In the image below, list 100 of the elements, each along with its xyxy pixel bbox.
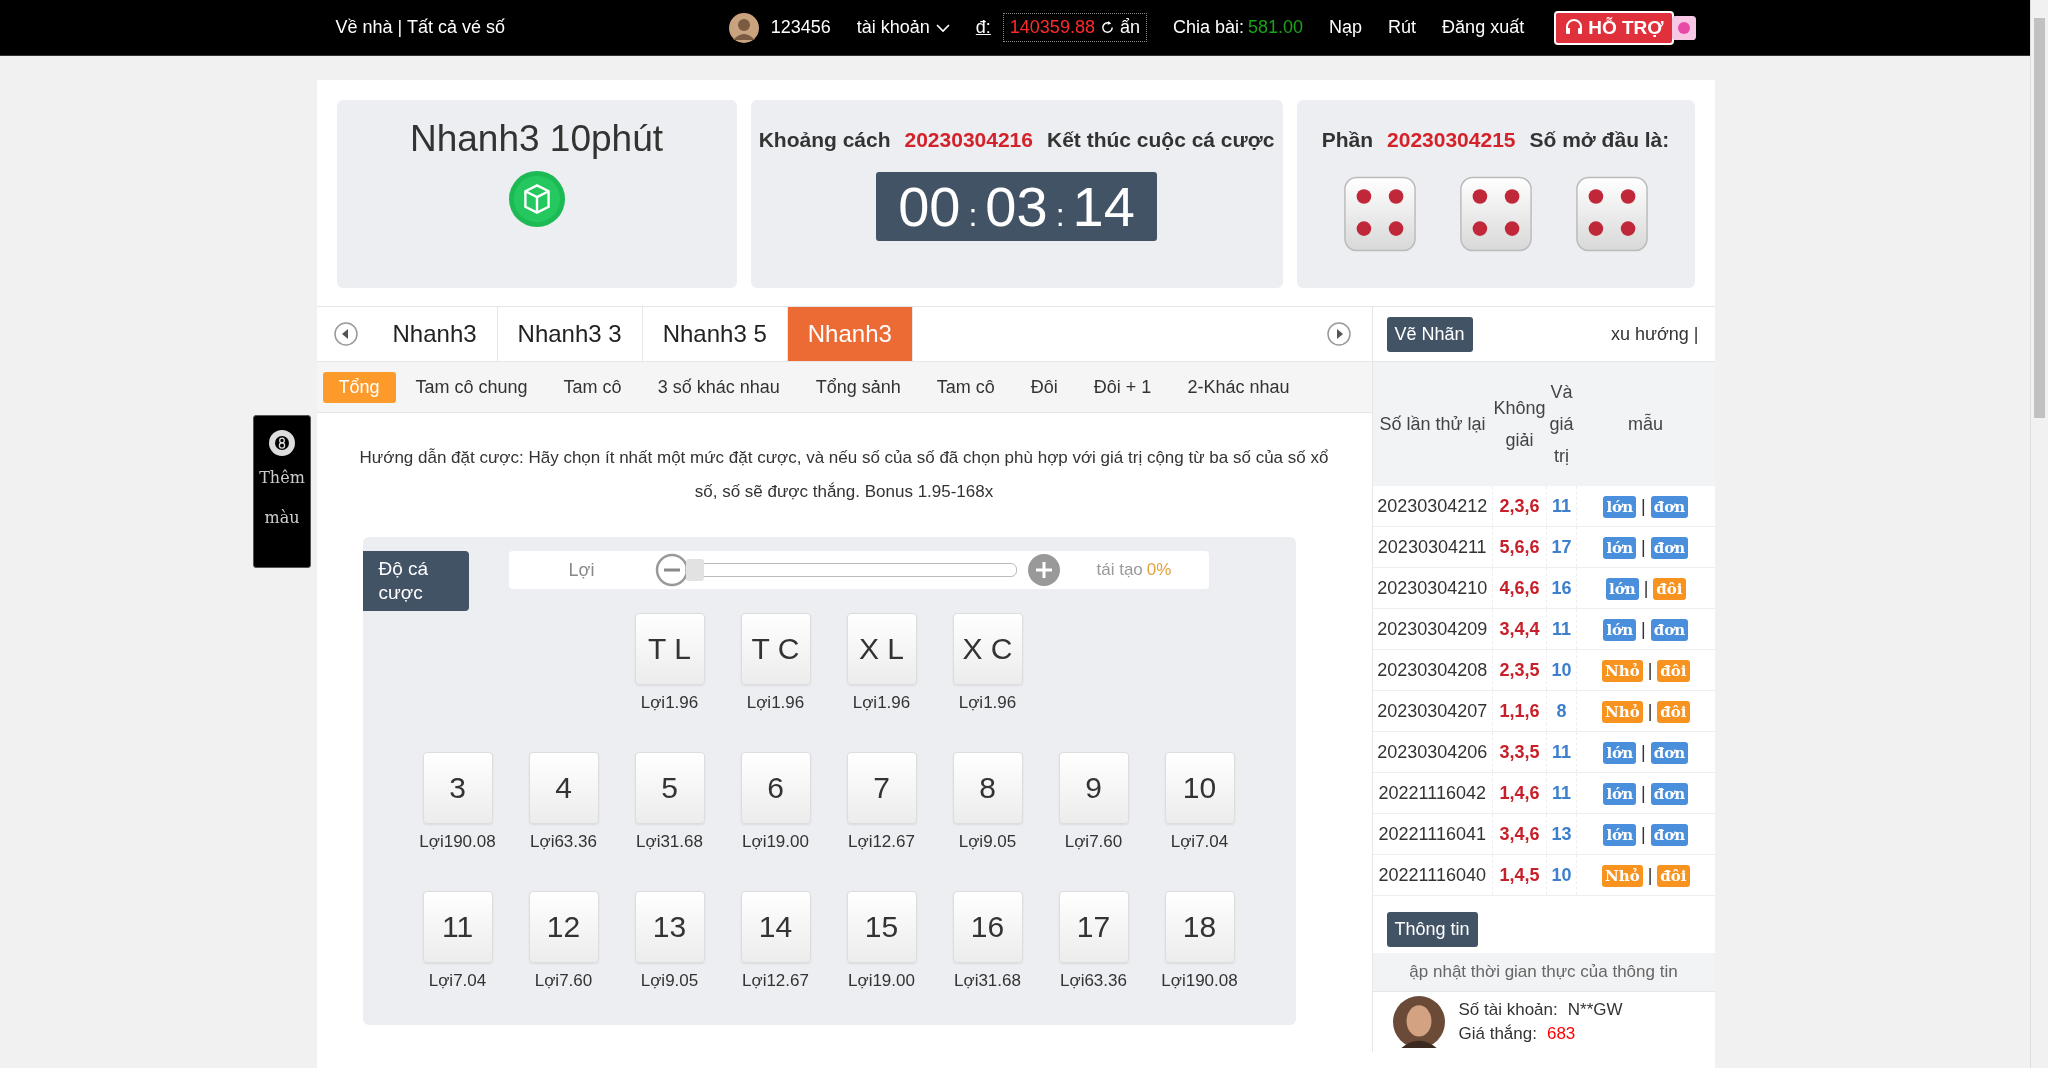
trend-link[interactable]: xu hướng | <box>1610 323 1699 345</box>
odds-label: Lợi12.67 <box>742 971 809 991</box>
side-panel-tab[interactable]: Thêm màu <box>253 415 311 568</box>
bet-type-tab[interactable]: Tam cô <box>547 371 638 403</box>
nav-link[interactable]: Đăng xuất <box>1442 17 1525 38</box>
rebate-label: tái tạo <box>1096 560 1143 580</box>
scroll-left-icon[interactable] <box>332 321 359 347</box>
bet-option-button[interactable]: X L <box>846 613 917 685</box>
issue-number: 20230304215 <box>1387 128 1516 152</box>
table-cell: 11 <box>1546 486 1577 527</box>
bet-option-button[interactable]: 15 <box>846 891 917 963</box>
hide-link[interactable]: ẩn <box>1119 17 1140 38</box>
countdown-label: Khoảng cách <box>758 128 891 152</box>
table-cell: 8 <box>1546 690 1577 732</box>
bet-option-button[interactable]: T L <box>634 613 705 685</box>
info-button[interactable]: Thông tin <box>1386 912 1478 947</box>
scroll-right-icon[interactable] <box>1325 321 1352 347</box>
bet-type-tab[interactable]: Đôi + 1 <box>1077 371 1168 403</box>
game-title: Nhanh3 10phút <box>409 118 664 160</box>
deal-value: 581.00 <box>1248 17 1304 38</box>
plus-icon[interactable] <box>1026 553 1061 587</box>
bet-type-tab[interactable]: 3 số khác nhau <box>641 371 796 403</box>
bet-option-button[interactable]: 4 <box>528 752 599 824</box>
table-cell: 2,3,5 <box>1492 649 1547 691</box>
table-cell: 13 <box>1546 813 1577 855</box>
bet-option-button[interactable]: 13 <box>634 891 705 963</box>
bet-type-tab[interactable]: 2-Khác nhau <box>1171 371 1306 403</box>
table-cell: 20230304208 <box>1372 649 1493 691</box>
size-tag: lớn <box>1603 618 1637 641</box>
parity-tag: đơn <box>1650 536 1689 559</box>
parity-tag: đơn <box>1650 495 1689 518</box>
result-label: Phần <box>1321 128 1374 152</box>
divider-text: | <box>1643 577 1649 598</box>
bet-option-button[interactable]: 11 <box>422 891 493 963</box>
bet-option-button[interactable]: 18 <box>1164 891 1235 963</box>
bet-option-button[interactable]: 16 <box>952 891 1023 963</box>
divider-text: | <box>1641 495 1646 516</box>
table-cell: 3,4,6 <box>1492 813 1547 855</box>
bet-option-button[interactable]: 6 <box>740 752 811 824</box>
bet-option-button[interactable]: 3 <box>422 752 493 824</box>
bet-option-button[interactable]: 17 <box>1058 891 1129 963</box>
size-tag: lớn <box>1603 741 1637 764</box>
odds-label: Lợi63.36 <box>1060 971 1127 991</box>
divider-text: | <box>1641 536 1646 557</box>
size-tag: lớn <box>1606 577 1639 600</box>
account-label: Số tài khoản: <box>1458 1000 1558 1019</box>
parity-tag: đôi <box>1657 864 1690 887</box>
draw-label-button[interactable]: Vẽ Nhãn <box>1386 316 1473 352</box>
table-cell: 20230304207 <box>1372 690 1493 732</box>
odds-label: Lợi19.00 <box>848 971 915 991</box>
bet-option-button[interactable]: 7 <box>846 752 917 824</box>
home-link[interactable]: Về nhà | Tất cả vé số <box>335 17 505 38</box>
betting-guide: Hướng dẫn đặt cược: Hãy chọn ít nhất một mức đặt cược, và nếu số của số đã chọn phù hợp với giá trị cộng từ ba số của số xổ số, số sẽ được thắng. Bonus 1.95-168x <box>358 447 1330 503</box>
divider-text: | <box>1641 618 1646 639</box>
odds-label: Lợi190.08 <box>1161 971 1238 991</box>
slider-thumb[interactable] <box>685 559 704 581</box>
deal-label: Chia bài: <box>1172 17 1244 38</box>
bet-option-button[interactable]: 9 <box>1058 752 1129 824</box>
table-cell: 17 <box>1546 526 1577 568</box>
bet-option-button[interactable]: 5 <box>634 752 705 824</box>
bet-type-tab[interactable]: Tam cô chung <box>399 371 544 403</box>
odds-label: Lợi12.67 <box>848 832 915 852</box>
bet-type-tab[interactable]: Tổng sảnh <box>799 371 917 403</box>
scrollbar[interactable] <box>2030 0 2048 1068</box>
countdown-timer: 00:03:14 <box>876 172 1157 241</box>
account-menu[interactable]: tài khoản <box>856 17 950 38</box>
table-cell: 4,6,6 <box>1492 567 1547 609</box>
bet-type-tab[interactable]: Đôi <box>1014 371 1074 403</box>
nav-link[interactable]: Nạp <box>1329 17 1363 38</box>
bet-option-button[interactable]: 8 <box>952 752 1023 824</box>
nav-link[interactable]: Rút <box>1388 17 1417 38</box>
bet-option-button[interactable]: T C <box>740 613 811 685</box>
issue-number: 20230304216 <box>904 128 1033 152</box>
side-panel-label: Thêm màu <box>258 467 306 529</box>
bet-option-button[interactable]: 12 <box>528 891 599 963</box>
table-cell: 20230304206 <box>1372 731 1493 773</box>
bet-option-button[interactable]: 14 <box>740 891 811 963</box>
win-label: Giá thắng: <box>1458 1024 1537 1043</box>
size-tag: Nhỏ <box>1602 700 1643 723</box>
parity-tag: đơn <box>1650 782 1689 805</box>
odds-label: Lợi7.60 <box>1064 832 1123 852</box>
avatar <box>728 12 759 43</box>
parity-tag: đôi <box>1653 577 1686 600</box>
bet-type-tab[interactable]: Tam cô <box>920 371 1011 403</box>
billiard-ball-icon <box>267 428 297 458</box>
app-icon[interactable] <box>1671 15 1696 40</box>
refresh-icon[interactable] <box>1099 20 1115 35</box>
odds-label: Lợi7.60 <box>534 971 593 991</box>
support-button[interactable]: HỖ TRỢ <box>1554 10 1674 45</box>
table-cell: 2,3,6 <box>1492 486 1547 527</box>
divider-text: | <box>1647 659 1653 680</box>
table-cell: 16 <box>1546 567 1577 609</box>
currency-label: đ: <box>975 17 991 38</box>
bet-option-button[interactable]: 10 <box>1164 752 1235 824</box>
parity-tag: đơn <box>1650 741 1689 764</box>
minus-icon[interactable] <box>654 553 689 587</box>
chevron-down-icon <box>935 22 950 33</box>
bet-option-button[interactable]: X C <box>952 613 1023 685</box>
balance: 140359.88 <box>1009 17 1095 38</box>
win-value: 683 <box>1546 1024 1576 1043</box>
